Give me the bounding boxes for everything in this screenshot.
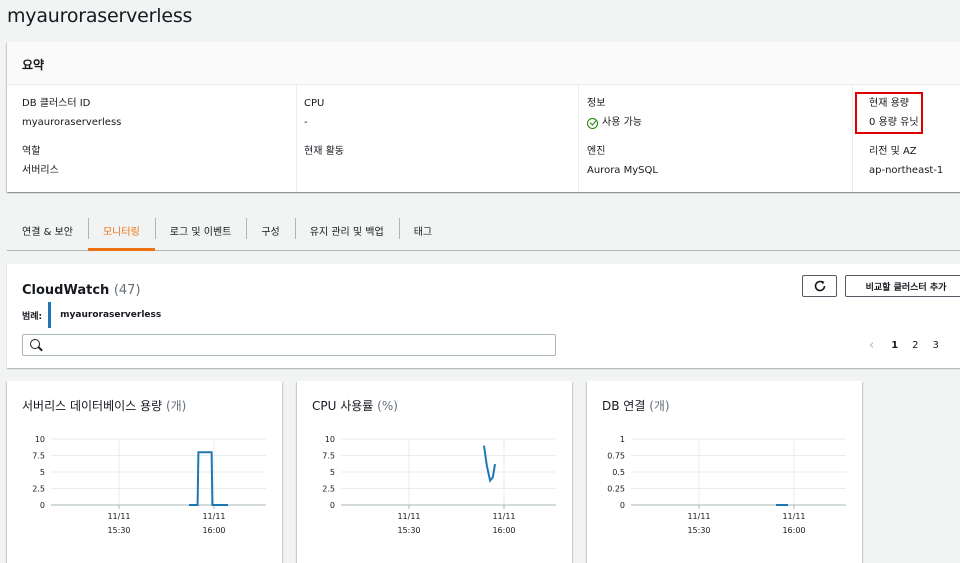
detail-tabs: 연결 & 보안 모니터링 로그 및 이벤트 구성 유지 관리 및 백업 태그: [7, 213, 960, 251]
chart-unit: (개): [165, 399, 187, 413]
add-cluster-compare-button[interactable]: 비교할 클러스터 추가: [845, 275, 960, 297]
highlight-annotation-box: [855, 92, 923, 134]
x-tick-label: 11/11: [202, 512, 225, 521]
db-cluster-id-label: DB 클러스터 ID: [22, 98, 91, 109]
pagination: ‹ 1 2 3: [869, 338, 939, 353]
tab-tags[interactable]: 태그: [398, 213, 447, 250]
x-tick-label: 11/11: [687, 512, 710, 521]
tab-maintenance-backup[interactable]: 유지 관리 및 백업: [294, 213, 399, 250]
search-input[interactable]: [22, 334, 556, 356]
cloudwatch-panel: CloudWatch (47) 범례: myauroraserverless 비…: [7, 264, 960, 368]
pagination-prev-icon[interactable]: ‹: [869, 338, 874, 353]
engine-value: Aurora MySQL: [587, 165, 658, 176]
tab-logs-events[interactable]: 로그 및 이벤트: [154, 213, 247, 250]
y-tick-label: 0.25: [607, 485, 625, 494]
y-tick-label: 5: [330, 468, 335, 477]
x-tick-label: 11/11: [397, 512, 420, 521]
chart-card-serverless-capacity: 서버리스 데이터베이스 용량 (개) 10 7.5 5 2.5 0 11/11 15:30 1…: [7, 381, 282, 563]
chart-unit: (개): [649, 399, 670, 413]
status-label: 정보: [587, 98, 606, 109]
chart-title-text: DB 연결: [602, 399, 646, 413]
y-tick-label: 0: [620, 501, 625, 510]
chart-title-text: CPU 사용률: [312, 399, 374, 413]
check-circle-icon: [587, 117, 598, 129]
x-tick-label: 15:30: [107, 526, 130, 535]
x-tick-label: 15:30: [687, 526, 710, 535]
page-2[interactable]: 2: [912, 340, 918, 351]
summary-panel: 요약 DB 클러스터 ID myauroraserverless CPU - 정…: [7, 42, 960, 192]
current-activity-label: 현재 활동: [304, 146, 344, 157]
chart-db-connections: 1 0.75 0.5 0.25 0 11/11 15:30 11/11 16:00: [607, 435, 846, 535]
engine-field: 엔진 Aurora MySQL: [587, 145, 658, 178]
page-3[interactable]: 3: [933, 340, 939, 351]
chart-title: DB 연결 (개): [602, 397, 670, 414]
x-tick-label: 16:00: [492, 526, 515, 535]
refresh-button[interactable]: [802, 275, 837, 297]
page-title: myauroraserverless: [7, 5, 193, 27]
cloudwatch-count: (47): [113, 283, 141, 298]
tab-connectivity-security[interactable]: 연결 & 보안: [7, 213, 88, 250]
status-value: 사용 가능: [587, 116, 642, 130]
x-tick-label: 16:00: [202, 526, 225, 535]
series-line: [483, 445, 496, 483]
y-tick-label: 0.5: [612, 468, 625, 477]
region-az-label: 리전 및 AZ: [869, 146, 917, 157]
y-tick-label: 2.5: [322, 485, 335, 494]
cloudwatch-title: CloudWatch (47): [22, 283, 141, 298]
status-text: 사용 가능: [602, 117, 642, 128]
db-cluster-id-field: DB 클러스터 ID myauroraserverless: [22, 97, 121, 130]
cloudwatch-title-text: CloudWatch: [22, 283, 110, 298]
chart-card-db-connections: DB 연결 (개) 1 0.75 0.5 0.25 0 11/11 15:30 11/11 16…: [587, 381, 862, 563]
cpu-value: -: [304, 117, 308, 128]
status-field: 정보 사용 가능: [587, 97, 642, 130]
cpu-label: CPU: [304, 98, 325, 109]
y-tick-label: 10: [325, 435, 335, 444]
tab-configuration[interactable]: 구성: [246, 213, 294, 250]
legend-item[interactable]: myauroraserverless: [60, 310, 161, 320]
chart-card-cpu-usage: CPU 사용률 (%) 10 7.5 5 2.5 0 11/11 15:30 11/11 16:…: [297, 381, 572, 563]
y-tick-label: 1: [620, 435, 625, 444]
chart-serverless-capacity: 10 7.5 5 2.5 0 11/11 15:30 11/11 16:00: [32, 435, 266, 535]
y-tick-label: 0: [40, 501, 45, 510]
y-tick-label: 7.5: [32, 452, 45, 461]
legend-label: 범례:: [22, 311, 43, 322]
x-tick-label: 16:00: [782, 526, 805, 535]
db-cluster-id-value: myauroraserverless: [22, 117, 122, 128]
legend: 범례: myauroraserverless: [22, 302, 161, 328]
region-az-value: ap-northeast-1: [869, 165, 944, 176]
page-1[interactable]: 1: [891, 340, 898, 351]
y-tick-label: 0: [330, 501, 335, 510]
role-field: 역할 서버리스: [22, 145, 59, 178]
chart-cpu-usage: 10 7.5 5 2.5 0 11/11 15:30 11/11 16:00: [322, 435, 556, 535]
region-az-field: 리전 및 AZ ap-northeast-1: [869, 145, 943, 178]
tab-monitoring[interactable]: 모니터링: [87, 213, 155, 251]
role-label: 역할: [22, 146, 41, 157]
chart-title: CPU 사용률 (%): [312, 397, 398, 414]
current-activity-field: 현재 활동: [304, 145, 344, 164]
engine-label: 엔진: [587, 146, 606, 157]
y-tick-label: 0.75: [607, 452, 625, 461]
y-tick-label: 2.5: [32, 485, 45, 494]
series-line: [189, 451, 228, 506]
x-tick-label: 11/11: [782, 512, 805, 521]
summary-header: 요약: [7, 42, 960, 85]
chart-title: 서버리스 데이터베이스 용량 (개): [22, 397, 186, 414]
column-divider: [852, 85, 853, 192]
column-divider: [578, 85, 579, 192]
cpu-field: CPU -: [304, 97, 324, 130]
legend-color-swatch: [48, 302, 52, 328]
role-value: 서버리스: [22, 165, 59, 176]
y-tick-label: 5: [40, 468, 45, 477]
x-tick-label: 11/11: [492, 512, 515, 521]
x-tick-label: 15:30: [397, 526, 420, 535]
x-tick-label: 11/11: [107, 512, 130, 521]
column-divider: [296, 85, 297, 192]
y-tick-label: 7.5: [322, 452, 335, 461]
refresh-icon: [814, 280, 825, 292]
y-tick-label: 10: [35, 435, 45, 444]
chart-unit: (%): [377, 399, 398, 413]
search-icon: [30, 339, 40, 349]
chart-title-text: 서버리스 데이터베이스 용량: [22, 399, 163, 413]
